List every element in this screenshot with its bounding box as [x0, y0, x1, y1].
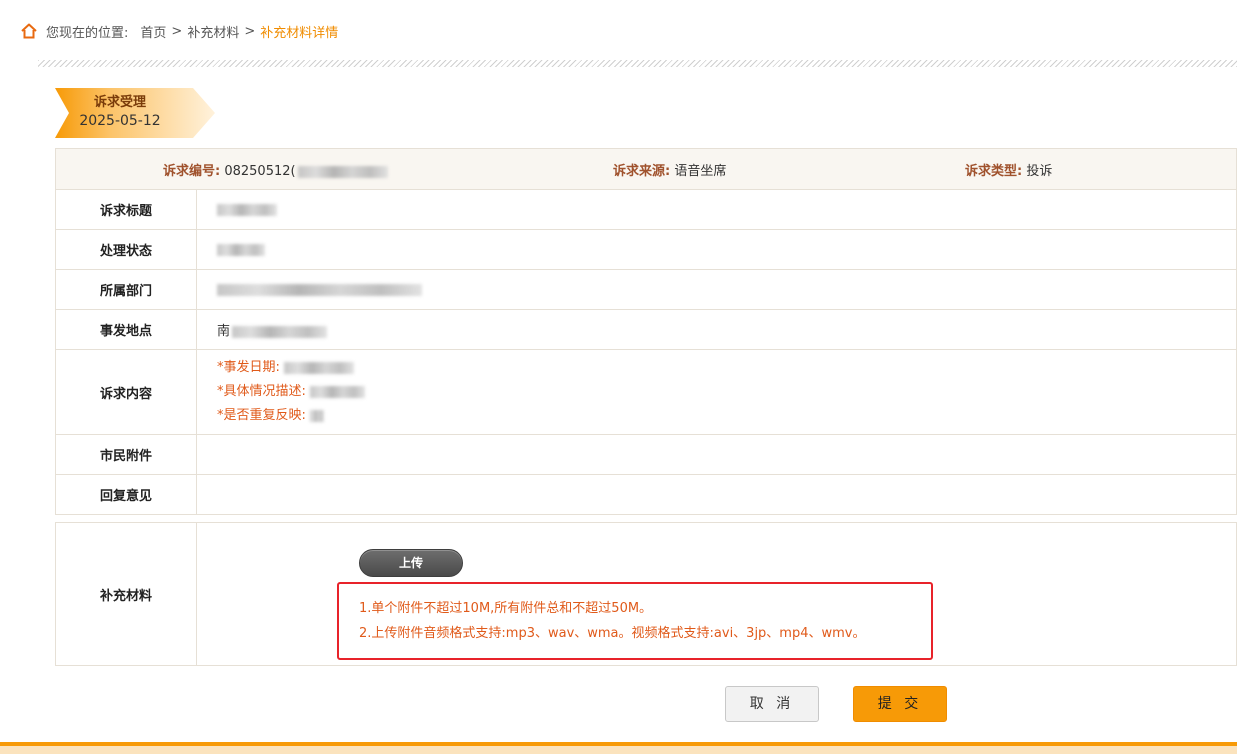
code-field: 诉求编号: 08250512(	[163, 160, 388, 179]
source-field: 诉求来源: 语音坐席	[613, 160, 726, 179]
breadcrumb-prefix: 您现在的位置:	[46, 25, 129, 41]
code-label: 诉求编号:	[163, 164, 221, 179]
reply-label: 回复意见	[55, 474, 197, 515]
location-label: 事发地点	[55, 309, 197, 350]
submit-button[interactable]: 提 交	[853, 686, 947, 722]
code-value: 08250512(	[224, 164, 296, 179]
redacted-value	[217, 243, 265, 256]
title-label: 诉求标题	[55, 189, 197, 230]
redacted-value	[309, 409, 324, 422]
home-icon[interactable]	[20, 22, 38, 40]
upload-notes: 1.单个附件不超过10M,所有附件总和不超过50M。 2.上传附件音频格式支持:…	[337, 582, 933, 660]
type-value: 投诉	[1026, 164, 1053, 179]
detail-table: 诉求编号: 08250512( 诉求来源: 语音坐席 诉求类型: 投诉 诉求标题…	[55, 148, 1237, 515]
title-value	[196, 189, 1237, 230]
note-line: 1.单个附件不超过10M,所有附件总和不超过50M。	[359, 601, 653, 616]
supplement-label: 补充材料	[55, 522, 197, 666]
breadcrumb-home-link[interactable]: 首页	[140, 22, 166, 41]
header-row: 诉求编号: 08250512( 诉求来源: 语音坐席 诉求类型: 投诉	[55, 148, 1237, 190]
dept-value	[196, 269, 1237, 310]
source-label: 诉求来源:	[613, 164, 671, 179]
redacted-value	[309, 385, 365, 398]
divider	[38, 60, 1237, 67]
breadcrumb: 您现在的位置: 首页 > 补充材料 > 补充材料详情	[20, 20, 338, 42]
attachments-label: 市民附件	[55, 434, 197, 475]
table-row: 回复意见	[55, 474, 1237, 515]
breadcrumb-separator: >	[244, 23, 256, 39]
attachments-value	[196, 434, 1237, 475]
table-row: 事发地点 南	[55, 309, 1237, 350]
table-row: 所属部门	[55, 269, 1237, 310]
reply-value	[196, 474, 1237, 515]
redacted-value	[297, 165, 388, 178]
content-label: 诉求内容	[55, 349, 197, 435]
status-label: 处理状态	[55, 229, 197, 270]
content-value: *事发日期: *具体情况描述: *是否重复反映:	[196, 349, 1237, 435]
type-label: 诉求类型:	[965, 164, 1023, 179]
type-field: 诉求类型: 投诉	[965, 160, 1052, 179]
note-line: 2.上传附件音频格式支持:mp3、wav、wma。视频格式支持:avi、3jp、…	[359, 626, 866, 641]
upload-button[interactable]: 上传	[359, 549, 463, 577]
redacted-value	[217, 203, 277, 216]
content-line: *具体情况描述:	[217, 380, 1236, 404]
cancel-button[interactable]: 取 消	[725, 686, 819, 722]
redacted-value	[217, 283, 422, 296]
breadcrumb-current: 补充材料详情	[260, 25, 339, 41]
source-value: 语音坐席	[674, 164, 727, 179]
content-line: *事发日期:	[217, 356, 1236, 380]
location-text: 南	[217, 324, 231, 339]
status-value	[196, 229, 1237, 270]
dept-label: 所属部门	[55, 269, 197, 310]
status-ribbon: 诉求受理 2025-05-12	[55, 88, 215, 138]
breadcrumb-separator: >	[171, 23, 183, 39]
table-row: 处理状态	[55, 229, 1237, 270]
location-value: 南	[196, 309, 1237, 350]
footer-band	[0, 746, 1237, 754]
ribbon-date: 2025-05-12	[79, 113, 161, 129]
redacted-value	[232, 325, 328, 338]
redacted-value	[283, 361, 354, 374]
table-row: 诉求内容 *事发日期: *具体情况描述: *是否重复反映:	[55, 349, 1237, 435]
breadcrumb-supplement-link[interactable]: 补充材料	[187, 22, 239, 41]
content-line: *是否重复反映:	[217, 404, 1236, 428]
supplement-cell: 上传 1.单个附件不超过10M,所有附件总和不超过50M。 2.上传附件音频格式…	[196, 522, 1237, 666]
ribbon-title: 诉求受理	[93, 95, 146, 110]
supplement-table: 补充材料 上传 1.单个附件不超过10M,所有附件总和不超过50M。 2.上传附…	[55, 522, 1237, 666]
table-row: 诉求标题	[55, 189, 1237, 230]
table-row: 市民附件	[55, 434, 1237, 475]
